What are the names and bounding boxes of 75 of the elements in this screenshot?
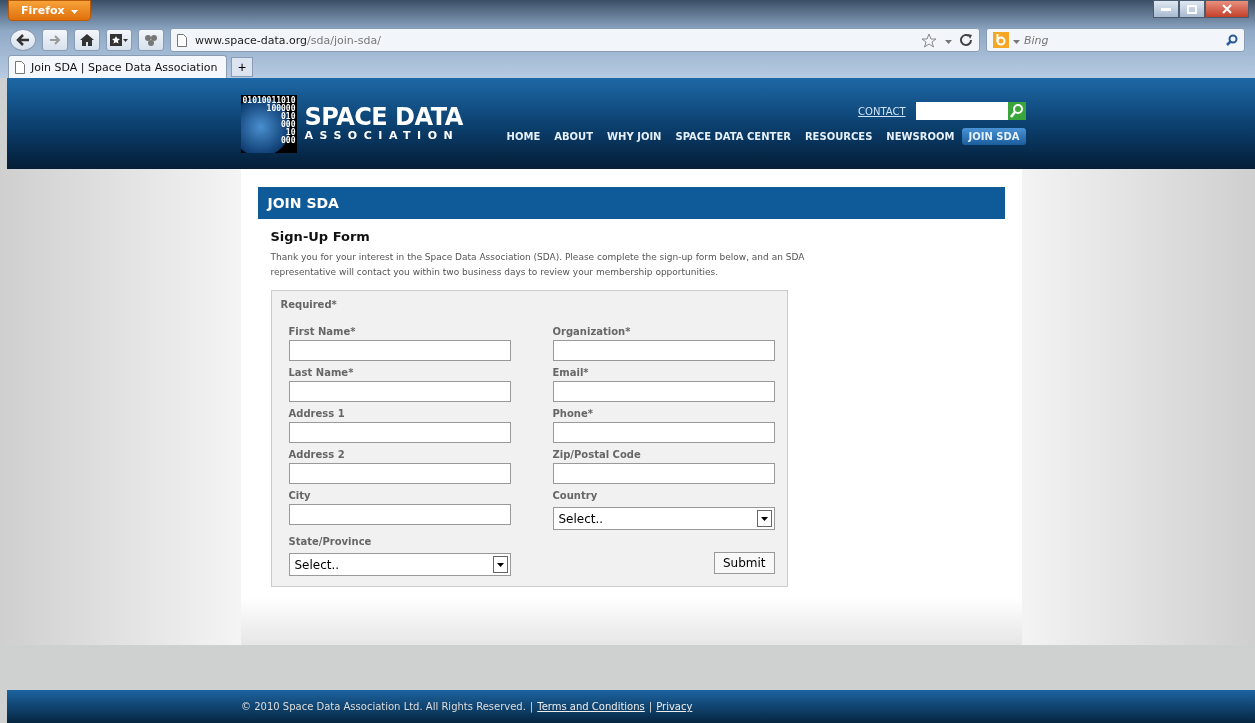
search-icon[interactable] (1007, 102, 1026, 121)
restore-icon (1187, 4, 1197, 14)
site-search-field[interactable] (915, 102, 1026, 121)
minimize-icon (1161, 7, 1171, 11)
forward-button[interactable] (42, 29, 68, 51)
field-label: Email* (552, 367, 590, 379)
home-icon (80, 34, 94, 46)
form-title: Sign-Up Form (270, 229, 371, 245)
caret-icon (945, 39, 952, 44)
search-field[interactable]: Bing (986, 28, 1245, 52)
nav-link[interactable]: SPACE DATA CENTER (669, 128, 797, 146)
intro-text: Thank you for your interest in the Space Data Association (SDA). Please complete the sign-up form below, and an SDA representative will contact you within two business days to review your membership opportunities. (270, 251, 806, 280)
site-logo[interactable]: 01010011010 100000 010 000 10 000 SPACE DATA ASSOCIATION (240, 94, 463, 153)
field-label: State/Province (288, 536, 373, 548)
reload-icon[interactable] (960, 33, 973, 47)
input-field[interactable] (552, 463, 775, 485)
back-arrow-icon (16, 34, 30, 46)
input-field[interactable] (288, 340, 511, 362)
input-field[interactable] (552, 340, 775, 362)
forward-arrow-icon (49, 35, 61, 45)
field-label: Organization* (552, 326, 632, 338)
input-field[interactable] (288, 422, 511, 444)
field-label: First Name* (288, 326, 357, 338)
separator: | (648, 701, 653, 713)
field-label: Address 1 (288, 408, 346, 420)
nav-link[interactable]: ABOUT (548, 128, 600, 146)
field-label: Address 2 (288, 449, 346, 461)
field-label: Country (552, 490, 599, 502)
search-icon[interactable] (1226, 34, 1238, 46)
input-field[interactable] (288, 463, 511, 485)
caret-icon (1013, 39, 1020, 44)
input-field[interactable] (288, 381, 511, 403)
input-field[interactable] (552, 381, 775, 403)
caret-icon (70, 10, 78, 14)
home-button[interactable] (74, 29, 100, 51)
close-button[interactable] (1205, 0, 1249, 18)
restore-button[interactable] (1179, 0, 1205, 18)
star-icon[interactable] (921, 32, 937, 48)
required-note: Required* (280, 299, 338, 311)
nav-link[interactable]: HOME (500, 128, 547, 146)
caret-icon (496, 562, 504, 567)
footer-link[interactable]: Terms and Conditions (537, 701, 645, 713)
browser-tab[interactable]: Join SDA | Space Data Association (8, 55, 227, 78)
search-engine-icon (993, 32, 1009, 48)
field-label: Phone* (552, 408, 594, 420)
nav-link[interactable]: WHY JOIN (601, 128, 668, 146)
url-text: www.space-data.org/sda/join-sda/ (195, 33, 381, 47)
minimize-button[interactable] (1153, 0, 1179, 18)
input-field[interactable] (552, 422, 775, 444)
separator: | (529, 701, 534, 713)
star-icon (110, 34, 128, 46)
circles-icon (144, 34, 158, 46)
copyright-text: © 2010 Space Data Association Ltd. All Rights Reserved. (241, 701, 526, 713)
nav-link[interactable]: JOIN SDA (962, 128, 1026, 146)
page-icon (177, 33, 187, 47)
submit-button[interactable]: Submit (713, 552, 775, 575)
footer-link[interactable]: Privacy (656, 701, 693, 713)
bookmarks-button[interactable] (106, 29, 132, 51)
back-button[interactable] (10, 29, 36, 51)
field-label: City (288, 490, 312, 502)
field-label: Last Name* (288, 367, 355, 379)
field-label: Zip/Postal Code (552, 449, 642, 461)
new-tab-button[interactable]: + (231, 57, 253, 77)
close-icon (1222, 4, 1232, 14)
select-field[interactable]: Select.. (288, 553, 511, 577)
contact-link[interactable]: CONTACT (858, 105, 906, 117)
page-icon (15, 60, 25, 74)
addons-button[interactable] (138, 29, 164, 51)
page-title: JOIN SDA (257, 187, 1005, 220)
nav-link[interactable]: NEWSROOM (880, 128, 961, 146)
nav-link[interactable]: RESOURCES (798, 128, 879, 146)
input-field[interactable] (288, 504, 511, 526)
address-bar[interactable]: www.space-data.org/sda/join-sda/ (170, 28, 980, 52)
select-field[interactable]: Select.. (552, 507, 775, 531)
caret-icon (760, 516, 768, 521)
